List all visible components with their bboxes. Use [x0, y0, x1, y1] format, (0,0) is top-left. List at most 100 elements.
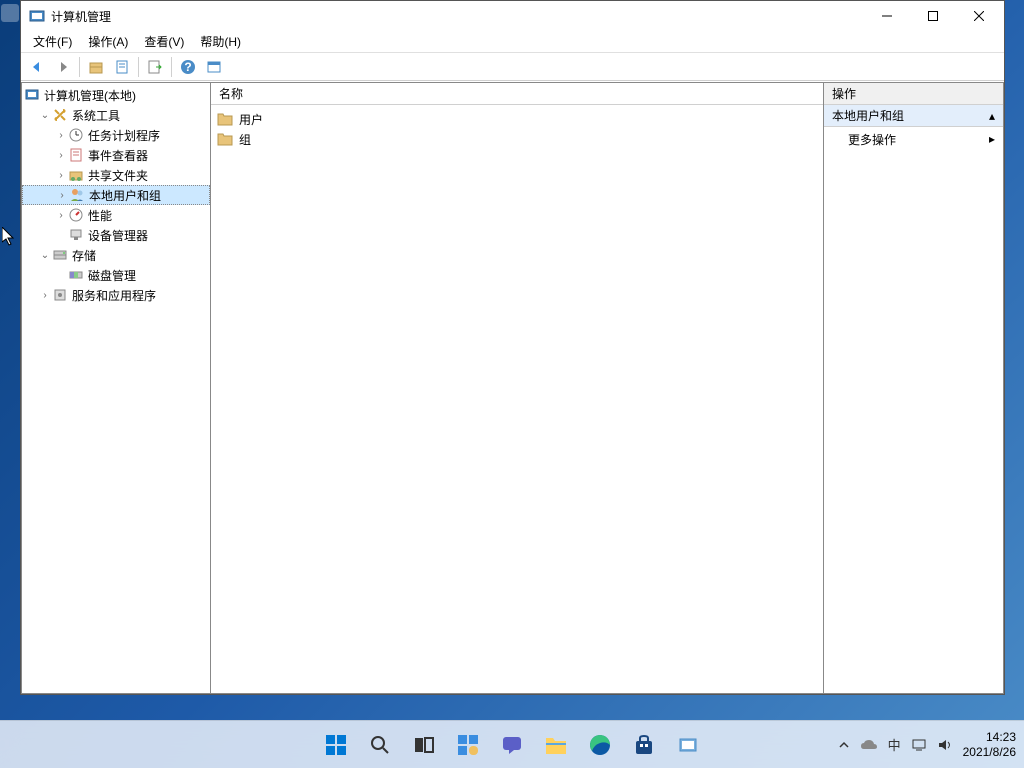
- tree-label: 本地用户和组: [89, 187, 161, 204]
- network-icon[interactable]: [911, 738, 927, 752]
- users-icon: [69, 187, 85, 203]
- tree-panel[interactable]: 计算机管理(本地) ⌄ 系统工具 › 任务计划程序 › 事件查看器 › 共享文件…: [21, 82, 211, 694]
- tree-event-viewer[interactable]: › 事件查看器: [22, 145, 210, 165]
- folder-icon: [217, 112, 233, 126]
- store-button[interactable]: [624, 725, 664, 765]
- tree-label: 事件查看器: [88, 147, 148, 164]
- maximize-button[interactable]: [910, 1, 956, 31]
- properties-button[interactable]: [110, 55, 134, 79]
- tree-device-manager[interactable]: › 设备管理器: [22, 225, 210, 245]
- search-button[interactable]: [360, 725, 400, 765]
- list-item-users[interactable]: 用户: [211, 109, 823, 129]
- volume-icon[interactable]: [937, 738, 953, 752]
- svg-text:?: ?: [184, 60, 191, 74]
- toolbar: ?: [21, 53, 1004, 81]
- titlebar: 计算机管理: [21, 1, 1004, 31]
- expander-icon[interactable]: ›: [54, 130, 68, 141]
- tree-label: 任务计划程序: [88, 127, 160, 144]
- back-button[interactable]: [25, 55, 49, 79]
- start-button[interactable]: [316, 725, 356, 765]
- up-button[interactable]: [84, 55, 108, 79]
- tree-label: 性能: [88, 207, 112, 224]
- show-hide-button[interactable]: [202, 55, 226, 79]
- tree-label: 磁盘管理: [88, 267, 136, 284]
- tree-task-scheduler[interactable]: › 任务计划程序: [22, 125, 210, 145]
- menu-action[interactable]: 操作(A): [80, 31, 136, 52]
- onedrive-icon[interactable]: [860, 739, 878, 751]
- tree-label: 服务和应用程序: [72, 287, 156, 304]
- tree-storage[interactable]: ⌄ 存储: [22, 245, 210, 265]
- window-title: 计算机管理: [51, 8, 864, 25]
- toolbar-separator: [79, 57, 80, 77]
- actions-more[interactable]: 更多操作 ▸: [824, 127, 1003, 151]
- list-panel: 名称 用户 组: [211, 82, 824, 694]
- clock-date: 2021/8/26: [963, 745, 1016, 759]
- chevron-right-icon: ▸: [989, 132, 995, 146]
- collapse-icon: ▴: [989, 109, 995, 123]
- actions-section-label: 本地用户和组: [832, 107, 904, 124]
- disk-icon: [68, 267, 84, 283]
- tree-shared-folders[interactable]: › 共享文件夹: [22, 165, 210, 185]
- app-button[interactable]: [668, 725, 708, 765]
- expander-icon[interactable]: ⌄: [38, 110, 52, 121]
- chat-button[interactable]: [492, 725, 532, 765]
- expander-icon[interactable]: ›: [54, 150, 68, 161]
- share-icon: [68, 167, 84, 183]
- close-button[interactable]: [956, 1, 1002, 31]
- tray-chevron-icon[interactable]: [838, 739, 850, 751]
- expander-icon[interactable]: ›: [54, 210, 68, 221]
- taskbar: 中 14:23 2021/8/26: [0, 720, 1024, 768]
- export-button[interactable]: [143, 55, 167, 79]
- help-button[interactable]: ?: [176, 55, 200, 79]
- performance-icon: [68, 207, 84, 223]
- tree-root[interactable]: 计算机管理(本地): [22, 85, 210, 105]
- tree-system-tools[interactable]: ⌄ 系统工具: [22, 105, 210, 125]
- app-icon: [29, 8, 45, 24]
- minimize-button[interactable]: [864, 1, 910, 31]
- menu-help[interactable]: 帮助(H): [192, 31, 249, 52]
- tree-label: 共享文件夹: [88, 167, 148, 184]
- list-item-label: 组: [239, 131, 251, 148]
- menubar: 文件(F) 操作(A) 查看(V) 帮助(H): [21, 31, 1004, 53]
- expander-icon[interactable]: ›: [54, 170, 68, 181]
- actions-panel: 操作 本地用户和组 ▴ 更多操作 ▸: [824, 82, 1004, 694]
- expander-icon[interactable]: ›: [55, 190, 69, 201]
- clock-icon: [68, 127, 84, 143]
- list-item-label: 用户: [239, 111, 263, 128]
- menu-file[interactable]: 文件(F): [25, 31, 80, 52]
- toolbar-separator: [138, 57, 139, 77]
- list-item-groups[interactable]: 组: [211, 129, 823, 149]
- computer-icon: [24, 87, 40, 103]
- menu-view[interactable]: 查看(V): [136, 31, 192, 52]
- computer-management-window: 计算机管理 文件(F) 操作(A) 查看(V) 帮助(H) ? 计算机管理(本地…: [20, 0, 1005, 695]
- actions-header: 操作: [824, 83, 1003, 105]
- tree-local-users-groups[interactable]: › 本地用户和组: [22, 185, 210, 205]
- forward-button[interactable]: [51, 55, 75, 79]
- actions-section[interactable]: 本地用户和组 ▴: [824, 105, 1003, 127]
- explorer-button[interactable]: [536, 725, 576, 765]
- list-header-name[interactable]: 名称: [211, 83, 823, 105]
- expander-icon[interactable]: ⌄: [38, 250, 52, 261]
- list-body[interactable]: 用户 组: [211, 105, 823, 693]
- tree-root-label: 计算机管理(本地): [44, 87, 136, 104]
- toolbar-separator: [171, 57, 172, 77]
- ime-indicator[interactable]: 中: [888, 735, 901, 754]
- tree-label: 设备管理器: [88, 227, 148, 244]
- services-icon: [52, 287, 68, 303]
- tree-performance[interactable]: › 性能: [22, 205, 210, 225]
- tree-disk-management[interactable]: › 磁盘管理: [22, 265, 210, 285]
- device-icon: [68, 227, 84, 243]
- event-icon: [68, 147, 84, 163]
- storage-icon: [52, 247, 68, 263]
- expander-icon[interactable]: ›: [38, 290, 52, 301]
- widgets-button[interactable]: [448, 725, 488, 765]
- tree-services-apps[interactable]: › 服务和应用程序: [22, 285, 210, 305]
- folder-icon: [217, 132, 233, 146]
- taskbar-clock[interactable]: 14:23 2021/8/26: [963, 730, 1016, 759]
- tree-label: 存储: [72, 247, 96, 264]
- task-view-button[interactable]: [404, 725, 444, 765]
- edge-button[interactable]: [580, 725, 620, 765]
- clock-time: 14:23: [963, 730, 1016, 744]
- desktop-icon[interactable]: [1, 4, 19, 22]
- actions-more-label: 更多操作: [848, 131, 896, 148]
